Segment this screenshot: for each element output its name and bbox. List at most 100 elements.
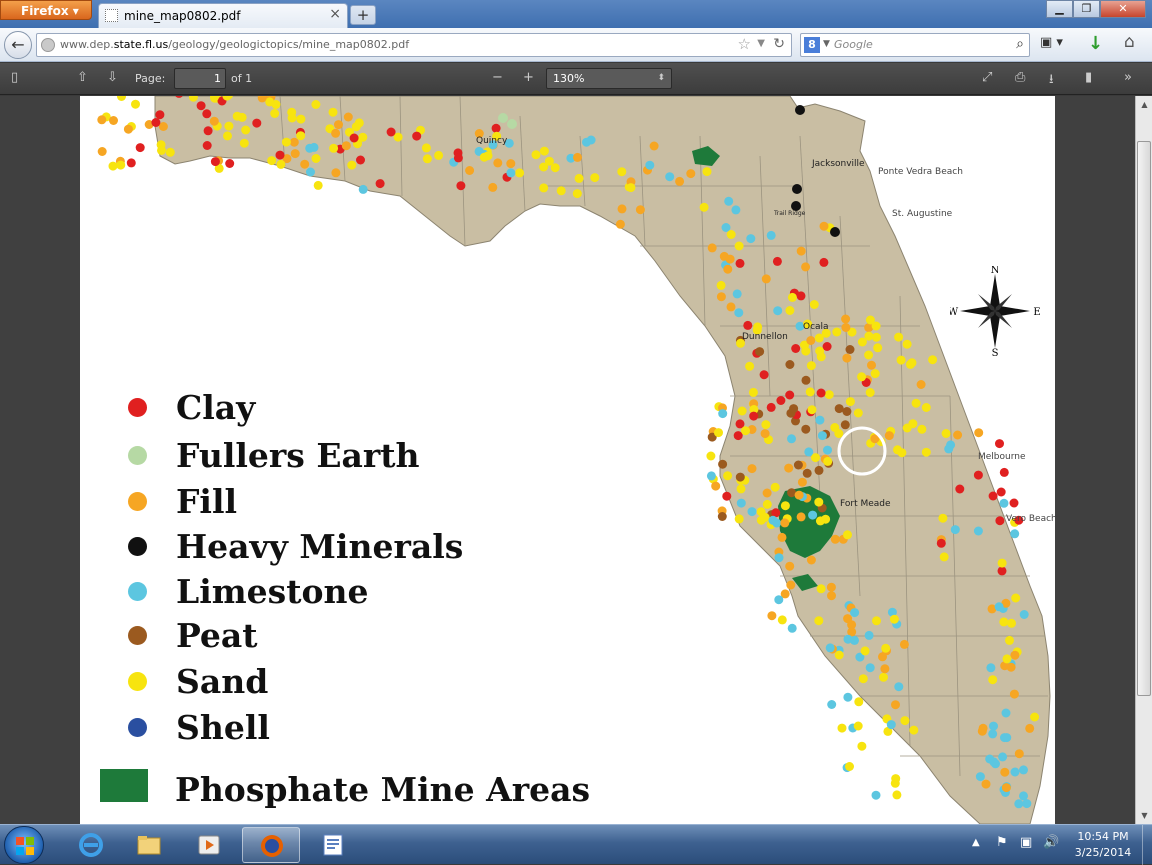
- mine-dot: [723, 264, 733, 274]
- mine-dot: [706, 471, 716, 481]
- taskbar-file-explorer[interactable]: [120, 827, 178, 863]
- print-icon[interactable]: ⎙: [1015, 70, 1025, 85]
- mine-dot: [271, 100, 281, 109]
- page-number-input[interactable]: 1: [174, 68, 226, 89]
- google-search-engine-icon[interactable]: 8: [804, 37, 820, 53]
- mine-dot: [1002, 654, 1012, 664]
- volume-icon[interactable]: 🔊: [1043, 835, 1059, 850]
- mine-dot: [830, 534, 840, 544]
- mine-dot: [973, 470, 983, 480]
- compass-rose: N S E W: [950, 266, 1040, 356]
- start-button[interactable]: [4, 826, 44, 864]
- mine-dot: [117, 96, 126, 101]
- mine-dot: [109, 116, 118, 125]
- mine-dot: [341, 141, 351, 151]
- download-pdf-icon[interactable]: ⭳: [1049, 70, 1054, 92]
- document-app-icon: [323, 834, 343, 856]
- bookmark-icon[interactable]: ▮: [1085, 70, 1092, 85]
- show-desktop-button[interactable]: [1142, 825, 1152, 865]
- zoom-in-icon[interactable]: +: [523, 70, 534, 85]
- vertical-scrollbar[interactable]: ▲ ▼: [1135, 96, 1152, 824]
- taskbar-media-player[interactable]: [180, 827, 238, 863]
- taskbar-word[interactable]: [304, 827, 362, 863]
- mine-dot: [422, 154, 432, 164]
- search-engine-dropdown-icon[interactable]: ▼: [823, 39, 830, 49]
- mine-dot: [755, 347, 765, 357]
- mine-dot: [814, 333, 824, 343]
- mine-dot: [748, 387, 758, 397]
- mine-dot: [793, 460, 803, 470]
- mine-dot: [732, 289, 742, 299]
- mine-dot: [902, 339, 912, 349]
- mine-dot: [349, 133, 359, 143]
- tab-close-icon[interactable]: ×: [329, 6, 341, 22]
- mine-dot: [731, 205, 741, 215]
- scroll-up-icon[interactable]: ▲: [1136, 96, 1152, 113]
- minimize-button[interactable]: ▁: [1046, 0, 1073, 18]
- mine-dot: [539, 183, 549, 193]
- tab-mine-map[interactable]: mine_map0802.pdf ×: [98, 3, 348, 28]
- mine-dot: [827, 591, 836, 601]
- mine-dot: [773, 306, 783, 316]
- mine-dot: [766, 402, 776, 412]
- mine-dot: [909, 725, 919, 735]
- taskbar-internet-explorer[interactable]: [62, 827, 120, 863]
- system-clock[interactable]: 10:54 PM 3/25/2014: [1068, 829, 1138, 861]
- mine-dot: [785, 390, 795, 400]
- mine-dot: [995, 439, 1004, 449]
- bookmark-star-icon[interactable]: ☆: [738, 35, 751, 53]
- next-page-icon[interactable]: ⇩: [107, 70, 118, 85]
- mine-dot: [1019, 791, 1028, 801]
- search-bar[interactable]: 8 ▼ Google ⌕: [800, 33, 1030, 57]
- maximize-button[interactable]: ❐: [1073, 0, 1100, 18]
- mine-dot: [761, 274, 771, 284]
- mine-dot: [356, 155, 365, 165]
- new-tab-button[interactable]: +: [350, 5, 376, 25]
- address-bar[interactable]: www.dep.state.fl.us/geology/geologictopi…: [36, 33, 792, 57]
- mine-dot: [675, 176, 685, 186]
- mine-dot: [270, 109, 280, 118]
- taskbar-firefox[interactable]: [242, 827, 300, 863]
- mine-dot: [857, 741, 867, 751]
- tools-chevron-icon[interactable]: »: [1124, 70, 1132, 85]
- back-button[interactable]: ←: [4, 31, 32, 59]
- tab-title: mine_map0802.pdf: [124, 9, 241, 23]
- mine-dot: [890, 778, 900, 788]
- sidebar-toggle-icon[interactable]: ▯: [11, 70, 18, 85]
- mine-dot: [116, 160, 126, 170]
- mine-dot: [792, 184, 802, 194]
- network-icon[interactable]: ▣: [1020, 835, 1032, 850]
- firefox-menu-button[interactable]: Firefox ▾: [0, 0, 92, 20]
- mine-dot: [493, 158, 503, 168]
- bookmarks-menu-button[interactable]: ▣ ▾: [1040, 35, 1072, 55]
- reload-icon[interactable]: ↻: [773, 36, 785, 52]
- mine-dot: [821, 514, 831, 524]
- title-bar: Firefox ▾ mine_map0802.pdf × + ▁ ❐ ✕: [0, 0, 1152, 28]
- mine-dot: [354, 118, 364, 128]
- history-dropdown-icon[interactable]: ▼: [757, 38, 765, 49]
- downloads-icon[interactable]: ↓: [1088, 33, 1103, 54]
- mine-dot: [946, 440, 956, 450]
- mine-dot: [900, 716, 910, 726]
- mine-dot: [808, 510, 818, 520]
- mine-dot: [854, 697, 864, 707]
- previous-page-icon[interactable]: ⇧: [77, 70, 88, 85]
- home-icon[interactable]: ⌂: [1124, 32, 1135, 52]
- mine-dot: [1007, 618, 1016, 628]
- legend-label: Clay: [176, 388, 256, 427]
- mine-dot: [224, 121, 234, 131]
- scroll-down-icon[interactable]: ▼: [1136, 807, 1152, 824]
- fullscreen-icon[interactable]: ⤢: [982, 70, 992, 85]
- zoom-select[interactable]: 130% ⬍: [546, 68, 672, 89]
- close-window-button[interactable]: ✕: [1100, 0, 1146, 18]
- mine-dot: [615, 219, 625, 229]
- action-center-flag-icon[interactable]: ⚑: [996, 835, 1008, 850]
- mine-dot: [202, 141, 212, 150]
- mine-dot: [421, 143, 431, 153]
- city-vero-beach: Vero Beach: [1006, 514, 1055, 524]
- mine-dot: [539, 146, 549, 156]
- zoom-out-icon[interactable]: −: [492, 70, 503, 85]
- scroll-thumb[interactable]: [1137, 141, 1151, 696]
- show-hidden-icons[interactable]: ▲: [972, 837, 980, 848]
- magnifier-icon[interactable]: ⌕: [1016, 36, 1024, 52]
